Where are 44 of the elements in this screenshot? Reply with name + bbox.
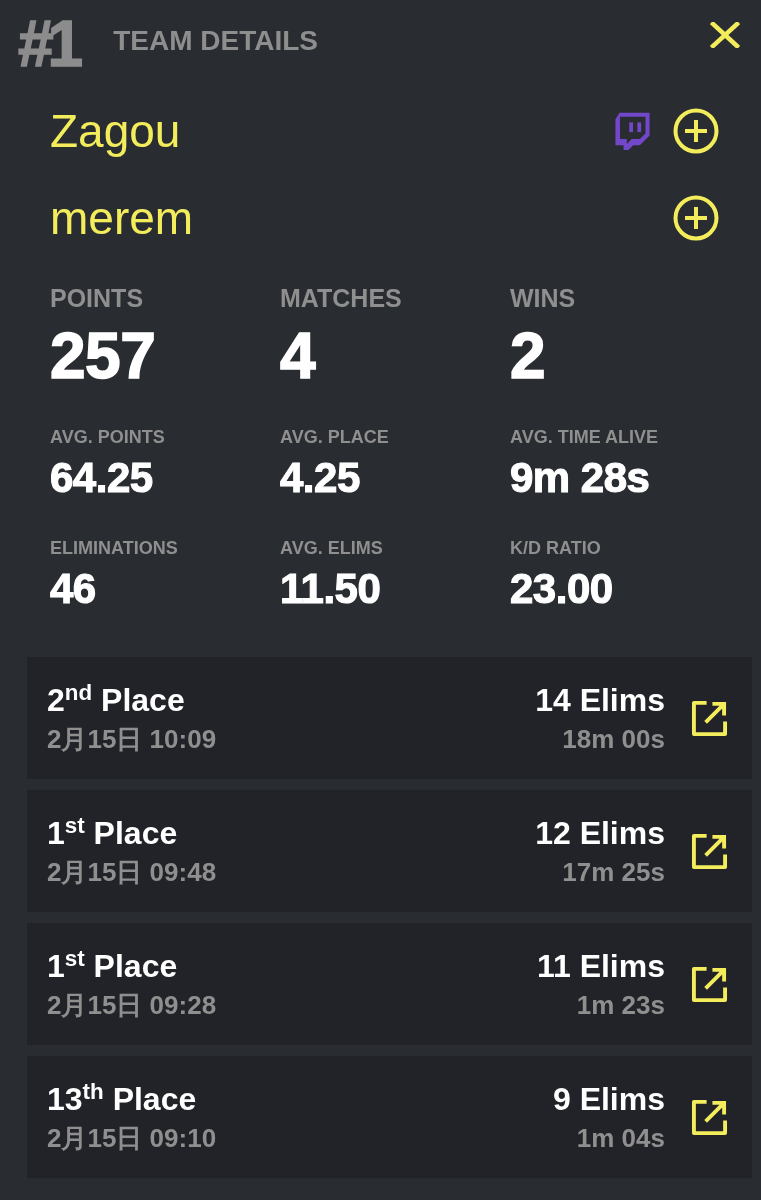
stat-label: WINS: [510, 286, 576, 311]
external-link-icon[interactable]: [691, 832, 728, 870]
elims-count: 9 Elims: [552, 1083, 665, 1115]
elims-count: 11 Elims: [536, 950, 665, 982]
external-link-icon[interactable]: [691, 1098, 728, 1136]
match-date: 2月15日 09:28: [47, 992, 217, 1018]
place-title: 13$^{th}$ Place: [47, 1083, 197, 1115]
place-title: 1$^{st}$ Place: [47, 950, 178, 982]
stat-label: AVG. PLACE: [280, 428, 389, 446]
stat-value: 2: [510, 324, 547, 388]
stat-value: 64.25: [50, 457, 154, 499]
stat-value: 9m 28s: [510, 457, 651, 499]
match-duration: 1m 23s: [576, 992, 665, 1018]
player-name: merem: [50, 194, 194, 241]
match-duration: 18m 00s: [562, 726, 665, 752]
rank-number: #1: [18, 12, 79, 76]
match-date: 2月15日 09:48: [47, 859, 217, 885]
stat-label: AVG. TIME ALIVE: [510, 428, 658, 446]
match-duration: 1m 04s: [576, 1125, 665, 1151]
close-icon[interactable]: [710, 22, 740, 48]
external-link-icon[interactable]: [691, 699, 728, 737]
stat-value: 46: [50, 568, 97, 610]
stat-value: 257: [50, 324, 157, 388]
stat-label: POINTS: [50, 286, 144, 311]
external-link-icon[interactable]: [691, 965, 728, 1003]
stat-label: ELIMINATIONS: [50, 539, 178, 557]
stat-label: MATCHES: [280, 286, 402, 311]
match-duration: 17m 25s: [562, 859, 665, 885]
match-date: 2月15日 09:10: [47, 1125, 217, 1151]
stat-value: 23.00: [510, 568, 614, 610]
stat-label: AVG. ELIMS: [280, 539, 383, 557]
plus-circle-icon[interactable]: [673, 107, 719, 154]
stat-label: AVG. POINTS: [50, 428, 165, 446]
stat-value: 11.50: [280, 568, 382, 610]
elims-count: 12 Elims: [535, 817, 665, 849]
plus-circle-icon[interactable]: [673, 194, 719, 241]
elims-count: 14 Elims: [535, 684, 665, 716]
panel-title: TEAM DETAILS: [113, 27, 318, 55]
place-title: 2$^{nd}$ Place: [47, 684, 185, 716]
stat-value: 4.25: [280, 457, 361, 499]
match-date: 2月15日 10:09: [47, 726, 217, 752]
stat-label: K/D RATIO: [510, 539, 601, 557]
stat-value: 4: [280, 324, 317, 388]
place-title: 1$^{st}$ Place: [47, 817, 178, 849]
